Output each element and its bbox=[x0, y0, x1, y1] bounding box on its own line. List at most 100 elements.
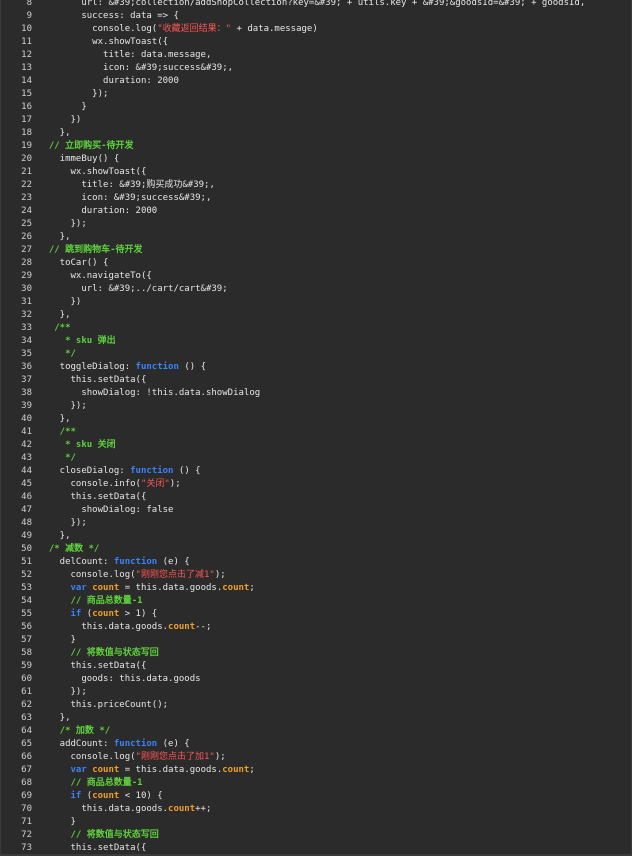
code-line[interactable]: 26 }, bbox=[1, 231, 631, 244]
code-line[interactable]: 11 wx.showToast({ bbox=[1, 36, 631, 49]
code-line[interactable]: 34 * sku 弹出 bbox=[1, 335, 631, 348]
code-line[interactable]: 36 toggleDialog: function () { bbox=[1, 361, 631, 374]
line-number: 43 bbox=[21, 453, 32, 463]
code-line[interactable]: 72 // 将数值与状态写回 bbox=[1, 829, 631, 842]
code-line[interactable]: 10 console.log("收藏返回结果：" + data.message) bbox=[1, 23, 631, 36]
code-line[interactable]: 38 showDialog: !this.data.showDialog bbox=[1, 387, 631, 400]
code-line[interactable]: 18 }, bbox=[1, 127, 631, 140]
code-text: duration: 2000 bbox=[38, 76, 179, 86]
code-line[interactable]: 21 wx.showToast({ bbox=[1, 166, 631, 179]
code-text: console.log( bbox=[38, 24, 158, 34]
code-line[interactable]: 22 title: &#39;购买成功&#39;, bbox=[1, 179, 631, 192]
code-text: ++; bbox=[195, 804, 212, 814]
code-line[interactable]: 29 wx.navigateTo({ bbox=[1, 270, 631, 283]
line-content: /** bbox=[38, 322, 70, 335]
code-text: showDialog: !this.data.showDialog bbox=[38, 388, 261, 398]
code-line[interactable]: 52 console.log("刚刚您点击了减1"); bbox=[1, 569, 631, 582]
code-line[interactable]: 47 showDialog: false bbox=[1, 504, 631, 517]
code-line[interactable]: 17 }) bbox=[1, 114, 631, 127]
code-line[interactable]: 31 }) bbox=[1, 296, 631, 309]
code-line[interactable]: 60 goods: this.data.goods bbox=[1, 673, 631, 686]
code-line[interactable]: 14 duration: 2000 bbox=[1, 75, 631, 88]
code-text: wx.showToast({ bbox=[38, 167, 147, 177]
code-line[interactable]: 40 }, bbox=[1, 413, 631, 426]
code-line[interactable]: 68 // 商品总数量-1 bbox=[1, 777, 631, 790]
line-number: 24 bbox=[21, 206, 32, 216]
code-line[interactable]: 65 addCount: function (e) { bbox=[1, 738, 631, 751]
line-content: /* 加数 */ bbox=[38, 725, 111, 738]
code-text: }) bbox=[38, 115, 82, 125]
code-line[interactable]: 37 this.setData({ bbox=[1, 374, 631, 387]
line-content: }) bbox=[38, 114, 82, 127]
line-number: 54 bbox=[21, 596, 32, 606]
code-line[interactable]: 46 this.setData({ bbox=[1, 491, 631, 504]
code-line[interactable]: 50 /* 减数 */ bbox=[1, 543, 631, 556]
line-number: 58 bbox=[21, 648, 32, 658]
code-editor[interactable]: 8 url: &#39;collection/addShopCollection… bbox=[0, 0, 632, 856]
code-line[interactable]: 57 } bbox=[1, 634, 631, 647]
code-line[interactable]: 66 console.log("刚刚您点击了加1"); bbox=[1, 751, 631, 764]
line-content: * sku 弹出 bbox=[38, 335, 116, 348]
code-line[interactable]: 71 } bbox=[1, 816, 631, 829]
code-line[interactable]: 51 delCount: function (e) { bbox=[1, 556, 631, 569]
line-number: 50 bbox=[21, 544, 32, 554]
code-line[interactable]: 23 icon: &#39;success&#39;, bbox=[1, 192, 631, 205]
code-line[interactable]: 8 url: &#39;collection/addShopCollection… bbox=[1, 0, 631, 10]
code-line[interactable]: 49 }, bbox=[1, 530, 631, 543]
code-line[interactable]: 63 }, bbox=[1, 712, 631, 725]
line-number: 10 bbox=[21, 24, 32, 34]
code-line[interactable]: 53 var count = this.data.goods.count; bbox=[1, 582, 631, 595]
line-content: goods: this.data.goods bbox=[38, 673, 200, 686]
code-line[interactable]: 62 this.priceCount(); bbox=[1, 699, 631, 712]
code-line[interactable]: 30 url: &#39;../cart/cart&#39; bbox=[1, 283, 631, 296]
code-line[interactable]: 33 /** bbox=[1, 322, 631, 335]
code-line[interactable]: 59 this.setData({ bbox=[1, 660, 631, 673]
code-line[interactable]: 45 console.info("关闭"); bbox=[1, 478, 631, 491]
code-line[interactable]: 55 if (count > 1) { bbox=[1, 608, 631, 621]
code-line[interactable]: 54 // 商品总数量-1 bbox=[1, 595, 631, 608]
code-line[interactable]: 24 duration: 2000 bbox=[1, 205, 631, 218]
line-number: 40 bbox=[21, 414, 32, 424]
line-number: 29 bbox=[21, 271, 32, 281]
code-text: success: data => { bbox=[38, 11, 179, 21]
code-line[interactable]: 19 // 立即购买-待开发 bbox=[1, 140, 631, 153]
code-text: }, bbox=[38, 414, 71, 424]
code-comment: /** bbox=[38, 427, 76, 437]
code-line[interactable]: 25 }); bbox=[1, 218, 631, 231]
code-line[interactable]: 9 success: data => { bbox=[1, 10, 631, 23]
code-line[interactable]: 35 */ bbox=[1, 348, 631, 361]
code-line[interactable]: 13 icon: &#39;success&#39;, bbox=[1, 62, 631, 75]
line-content: this.setData({ bbox=[38, 660, 147, 673]
code-line[interactable]: 67 var count = this.data.goods.count; bbox=[1, 764, 631, 777]
code-line[interactable]: 48 }); bbox=[1, 517, 631, 530]
line-number: 42 bbox=[21, 440, 32, 450]
code-line[interactable]: 69 if (count < 10) { bbox=[1, 790, 631, 803]
code-line[interactable]: 15 }); bbox=[1, 88, 631, 101]
line-content: duration: 2000 bbox=[38, 205, 157, 218]
code-line[interactable]: 44 closeDialog: function () { bbox=[1, 465, 631, 478]
code-line[interactable]: 43 */ bbox=[1, 452, 631, 465]
line-number: 41 bbox=[21, 427, 32, 437]
code-line[interactable]: 27 // 跳到购物车-待开发 bbox=[1, 244, 631, 257]
code-line[interactable]: 56 this.data.goods.count--; bbox=[1, 621, 631, 634]
code-line[interactable]: 12 title: data.message, bbox=[1, 49, 631, 62]
line-number: 61 bbox=[21, 687, 32, 697]
code-text: } bbox=[38, 102, 87, 112]
code-line[interactable]: 42 * sku 关闭 bbox=[1, 439, 631, 452]
code-text: }, bbox=[38, 531, 71, 541]
code-line[interactable]: 16 } bbox=[1, 101, 631, 114]
keyword: function bbox=[130, 466, 174, 476]
code-line[interactable]: 20 immeBuy() { bbox=[1, 153, 631, 166]
code-text: showDialog: false bbox=[38, 505, 174, 515]
code-line[interactable]: 64 /* 加数 */ bbox=[1, 725, 631, 738]
code-line[interactable]: 28 toCar() { bbox=[1, 257, 631, 270]
line-number: 69 bbox=[21, 791, 32, 801]
code-line[interactable]: 61 }); bbox=[1, 686, 631, 699]
line-content: }, bbox=[38, 309, 71, 322]
code-line[interactable]: 32 }, bbox=[1, 309, 631, 322]
code-line[interactable]: 39 }); bbox=[1, 400, 631, 413]
code-line[interactable]: 41 /** bbox=[1, 426, 631, 439]
line-content: var count = this.data.goods.count; bbox=[38, 764, 255, 777]
code-line[interactable]: 58 // 将数值与状态写回 bbox=[1, 647, 631, 660]
code-line[interactable]: 70 this.data.goods.count++; bbox=[1, 803, 631, 816]
